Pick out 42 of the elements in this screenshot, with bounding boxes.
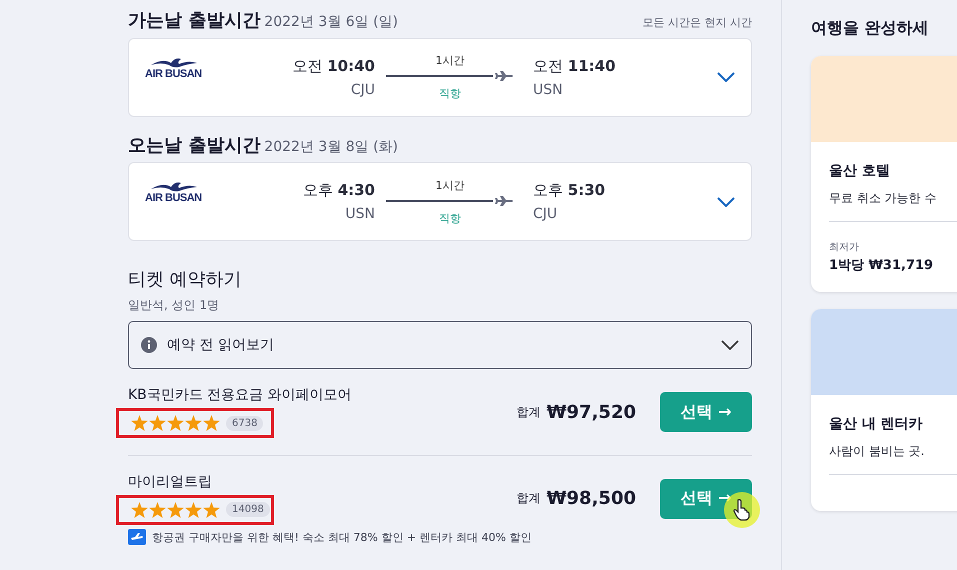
promo-text: 항공권 구매자만을 위한 혜택! 숙소 최대 78% 할인 + 렌터카 최대 40% 할인 — [152, 530, 532, 545]
booking-title: 티켓 예약하기 — [128, 268, 243, 292]
departure-time: 오전 10:40 — [292, 56, 375, 76]
section-heading: 가는날 출발시간 — [128, 10, 260, 32]
read-before-booking-dropdown[interactable]: 예약 전 읽어보기 — [128, 321, 752, 370]
total-label: 합계 — [516, 490, 541, 508]
departure-airport: USN — [345, 206, 375, 222]
departure-time: 오후 4:30 — [302, 181, 375, 200]
arrival-airport: CJU — [533, 206, 558, 222]
review-count: 14098 — [226, 502, 270, 518]
arrival-time: 오전 11:40 — [533, 56, 616, 76]
airline-logo: AIR BUSAN — [145, 192, 202, 204]
airline-logo: AIR BUSAN — [145, 68, 202, 80]
direct-label: 직항 — [439, 210, 461, 226]
flight-date: 2022년 3월 8일 (화) — [264, 138, 398, 156]
arrival-airport: USN — [533, 82, 563, 98]
flight-card[interactable]: AIR BUSAN 오후 4:30 USN 1시간 직항 오후 5:30 CJU — [128, 162, 752, 242]
section-heading: 오는날 출발시간 — [128, 134, 260, 156]
card-title: 울산 내 렌터카 — [829, 415, 924, 433]
total-label: 합계 — [516, 404, 541, 421]
promo-card[interactable]: 울산 호텔 무료 취소 가능한 수 최저가 1박당 ₩31,719 — [811, 56, 957, 292]
promo-card[interactable]: 울산 내 렌터카 사람이 붐비는 곳. — [811, 309, 957, 511]
departure-airport: CJU — [350, 82, 375, 98]
card-description: 사람이 붐비는 곳. — [829, 443, 926, 460]
flight-duration: 1시간 — [436, 178, 464, 193]
card-price: 1박당 ₩31,719 — [829, 257, 934, 274]
sidebar-title: 여행을 완성하세 — [811, 18, 930, 39]
flight-date: 2022년 3월 6일 (일) — [264, 14, 398, 31]
provider-name: KB국민카드 전용요금 와이페이모어 — [128, 386, 353, 404]
total-price: ₩97,520 — [546, 402, 636, 423]
review-count: 6738 — [226, 416, 264, 431]
flight-card[interactable]: AIR BUSAN 오전 10:40 CJU 1시간 직항 오전 11:40 USN — [128, 38, 752, 117]
arrival-time: 오후 5:30 — [533, 181, 606, 200]
card-description: 무료 취소 가능한 수 — [829, 190, 938, 207]
price-label: 최저가 — [829, 241, 860, 254]
direct-label: 직항 — [439, 86, 461, 102]
card-title: 울산 호텔 — [829, 162, 891, 180]
flight-duration: 1시간 — [436, 53, 464, 68]
booking-subtitle: 일반석, 성인 1명 — [128, 297, 220, 314]
timezone-note: 모든 시간은 현지 시간 — [642, 16, 752, 30]
total-price: ₩98,500 — [546, 488, 636, 510]
provider-name: 마이리얼트립 — [128, 472, 213, 491]
